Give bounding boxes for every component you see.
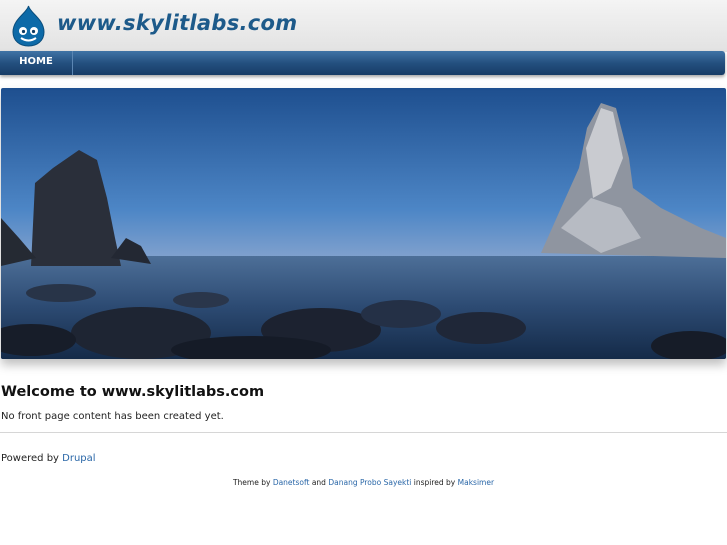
- maksimer-link[interactable]: Maksimer: [458, 478, 494, 487]
- powered-by: Powered by Drupal: [1, 453, 96, 464]
- content-divider: [0, 432, 727, 433]
- inspired-by-label: inspired by: [413, 478, 456, 487]
- danang-link[interactable]: Danang Probo Sayekti: [328, 478, 411, 487]
- theme-credits: Theme by Danetsoft and Danang Probo Saye…: [0, 478, 727, 487]
- drupal-link[interactable]: Drupal: [62, 453, 95, 464]
- site-name-link[interactable]: www.skylitlabs.com: [57, 11, 297, 35]
- hero-banner: [1, 88, 726, 359]
- and-label: and: [311, 478, 326, 487]
- site-header: www.skylitlabs.com: [0, 0, 727, 52]
- page-title: Welcome to www.skylitlabs.com: [1, 384, 265, 400]
- powered-by-label: Powered by: [1, 453, 59, 464]
- nav-item-home[interactable]: HOME: [0, 51, 73, 75]
- danetsoft-link[interactable]: Danetsoft: [273, 478, 310, 487]
- front-page-message: No front page content has been created y…: [1, 411, 224, 422]
- main-navigation: HOME: [0, 51, 725, 75]
- theme-by-label: Theme by: [232, 478, 271, 487]
- drupal-drop-icon[interactable]: [10, 5, 47, 47]
- seascape-banner-image: [1, 88, 726, 359]
